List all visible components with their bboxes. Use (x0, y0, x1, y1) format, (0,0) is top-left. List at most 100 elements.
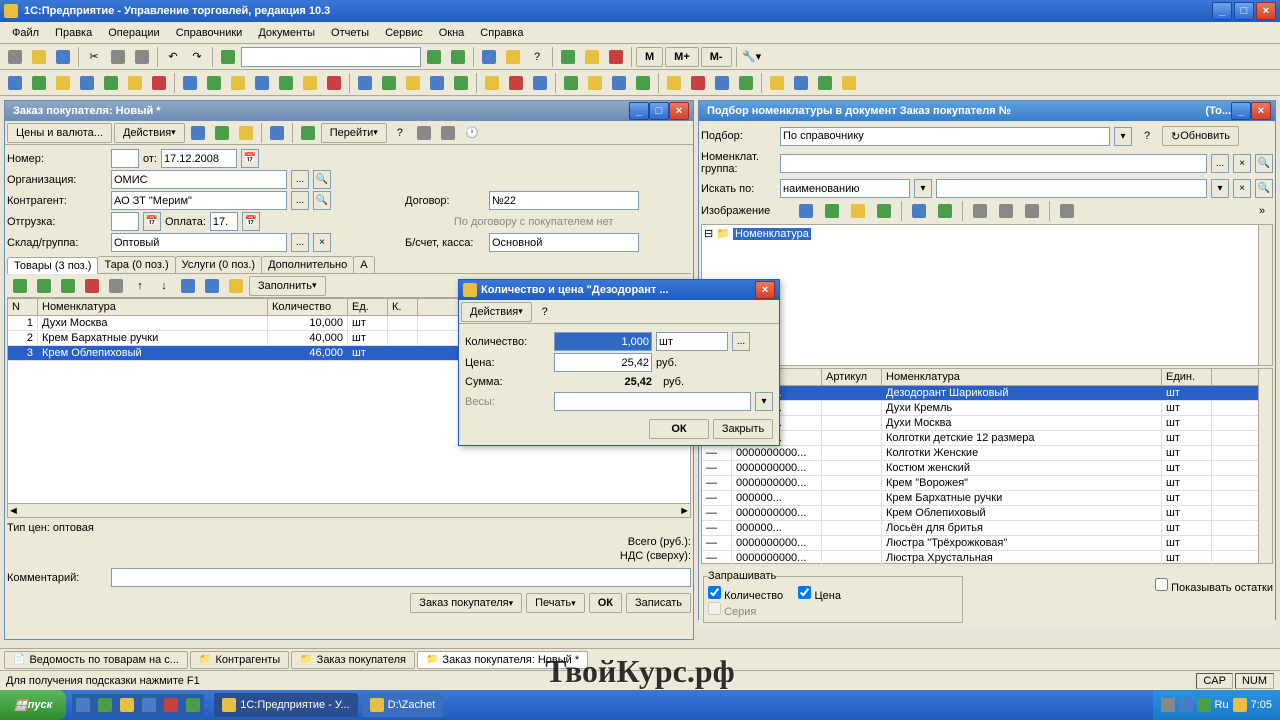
open-icon[interactable] (28, 46, 50, 68)
maximize-button[interactable]: □ (1234, 2, 1254, 20)
oplata-input[interactable] (210, 212, 238, 231)
price-input[interactable] (554, 353, 652, 372)
menu-edit[interactable]: Правка (47, 25, 100, 41)
close-button[interactable]: × (1256, 2, 1276, 20)
hscrollbar[interactable]: ◄► (8, 503, 690, 517)
mdi-close[interactable]: × (1251, 102, 1271, 120)
clock[interactable]: 7:05 (1251, 699, 1272, 711)
list-item[interactable]: —0000000000...Костюм женскийшт (702, 461, 1272, 476)
dialog-close[interactable]: × (755, 281, 775, 299)
redo-icon[interactable]: ↷ (186, 46, 208, 68)
refresh-button[interactable]: ↻ Обновить (1162, 126, 1239, 146)
list-item[interactable]: —000000...Духи Кремльшт (702, 401, 1272, 416)
tb2-icon[interactable] (203, 72, 225, 94)
tb2-icon[interactable] (100, 72, 122, 94)
tray-icon[interactable] (1179, 698, 1193, 712)
tb2-icon[interactable] (323, 72, 345, 94)
tb2-icon[interactable] (790, 72, 812, 94)
tb2-icon[interactable] (179, 72, 201, 94)
m-button[interactable]: M (636, 47, 663, 67)
dialog-actions[interactable]: Действия (461, 302, 532, 322)
vscrollbar[interactable] (1258, 225, 1272, 365)
tb2-icon[interactable] (251, 72, 273, 94)
menu-service[interactable]: Сервис (377, 25, 431, 41)
menu-reports[interactable]: Отчеты (323, 25, 377, 41)
lang-indicator[interactable]: Ru (1215, 699, 1229, 711)
org-input[interactable] (111, 170, 287, 189)
search-combo[interactable] (241, 47, 421, 67)
qty-input[interactable] (554, 332, 652, 351)
dialog-ok[interactable]: ОК (649, 419, 709, 439)
calendar-icon[interactable]: 📅 (143, 212, 161, 231)
col-art[interactable]: Артикул (822, 369, 882, 385)
menu-catalogs[interactable]: Справочники (168, 25, 251, 41)
find-prev-icon[interactable] (447, 46, 469, 68)
tb2-icon[interactable] (481, 72, 503, 94)
help-icon[interactable]: ? (1136, 125, 1158, 147)
select-button[interactable]: ... (732, 332, 750, 351)
up-icon[interactable]: ↑ (129, 275, 151, 297)
tab-services[interactable]: Услуги (0 поз.) (175, 256, 262, 273)
tb-icon[interactable] (847, 200, 869, 222)
dogovor-input[interactable] (489, 191, 639, 210)
edit-icon[interactable] (33, 275, 55, 297)
menu-documents[interactable]: Документы (250, 25, 323, 41)
tray-icon[interactable] (1233, 698, 1247, 712)
tb2-icon[interactable] (402, 72, 424, 94)
print-button[interactable]: Печать (526, 593, 585, 613)
tb2-icon[interactable] (584, 72, 606, 94)
tb-icon[interactable] (1021, 200, 1043, 222)
tb2-icon[interactable] (275, 72, 297, 94)
tb-icon[interactable] (235, 122, 257, 144)
quicklaunch-icon[interactable] (116, 694, 138, 716)
tb2-icon[interactable] (711, 72, 733, 94)
tab-tara[interactable]: Тара (0 поз.) (97, 256, 175, 273)
number-input[interactable] (111, 149, 139, 168)
list-item[interactable]: —0000000000...Люстра Хрустальнаяшт (702, 551, 1272, 566)
m-minus-button[interactable]: M- (701, 47, 732, 67)
qty-unit[interactable] (656, 332, 728, 351)
tb2-icon[interactable] (299, 72, 321, 94)
copy-row-icon[interactable] (57, 275, 79, 297)
m-plus-button[interactable]: M+ (665, 47, 699, 67)
search-text-input[interactable] (936, 179, 1207, 198)
tb2-icon[interactable] (663, 72, 685, 94)
delete-icon[interactable] (81, 275, 103, 297)
bschet-input[interactable] (489, 233, 639, 252)
podbor-combo[interactable] (780, 127, 1110, 146)
col-n[interactable]: N (8, 299, 38, 315)
tb-icon[interactable] (297, 122, 319, 144)
tb2-icon[interactable] (450, 72, 472, 94)
clock-icon[interactable]: 🕐 (461, 122, 483, 144)
sort-icon[interactable] (177, 275, 199, 297)
tb-icon[interactable] (211, 122, 233, 144)
tb2-icon[interactable] (814, 72, 836, 94)
ask-price-checkbox[interactable]: Цена (798, 590, 841, 602)
lookup-icon[interactable]: 🔍 (313, 170, 331, 189)
new-icon[interactable] (4, 46, 26, 68)
tb-icon[interactable] (413, 122, 435, 144)
undo-icon[interactable]: ↶ (162, 46, 184, 68)
tb-icon[interactable] (437, 122, 459, 144)
tb2-icon[interactable] (608, 72, 630, 94)
list-item[interactable]: —000000...Крем Бархатные ручкишт (702, 491, 1272, 506)
menu-operations[interactable]: Операции (100, 25, 167, 41)
save-button[interactable]: Записать (626, 593, 691, 613)
select-button[interactable]: ... (1211, 154, 1229, 173)
calendar-icon[interactable] (502, 46, 524, 68)
list-item[interactable]: —000000...Духи Москвашт (702, 416, 1272, 431)
tree-view[interactable]: ⊟ 📁 Номенклатура (701, 224, 1273, 366)
list-item[interactable]: —0000000000...Крем Облепиховыйшт (702, 506, 1272, 521)
quicklaunch-icon[interactable] (94, 694, 116, 716)
dropdown-icon[interactable]: ▾ (755, 392, 773, 411)
list-item[interactable]: —0000000000...Люстра "Трёхрожковая"шт (702, 536, 1272, 551)
col-name[interactable]: Номенклатура (38, 299, 268, 315)
list-item[interactable]: —000000...Колготки детские 12 размерашт (702, 431, 1272, 446)
chevron-icon[interactable]: » (1251, 200, 1273, 222)
tray-icon[interactable] (1197, 698, 1211, 712)
clear-button[interactable]: × (313, 233, 331, 252)
search-by-combo[interactable] (780, 179, 910, 198)
tb-icon[interactable] (105, 275, 127, 297)
tb-icon[interactable] (225, 275, 247, 297)
sort-icon[interactable] (201, 275, 223, 297)
